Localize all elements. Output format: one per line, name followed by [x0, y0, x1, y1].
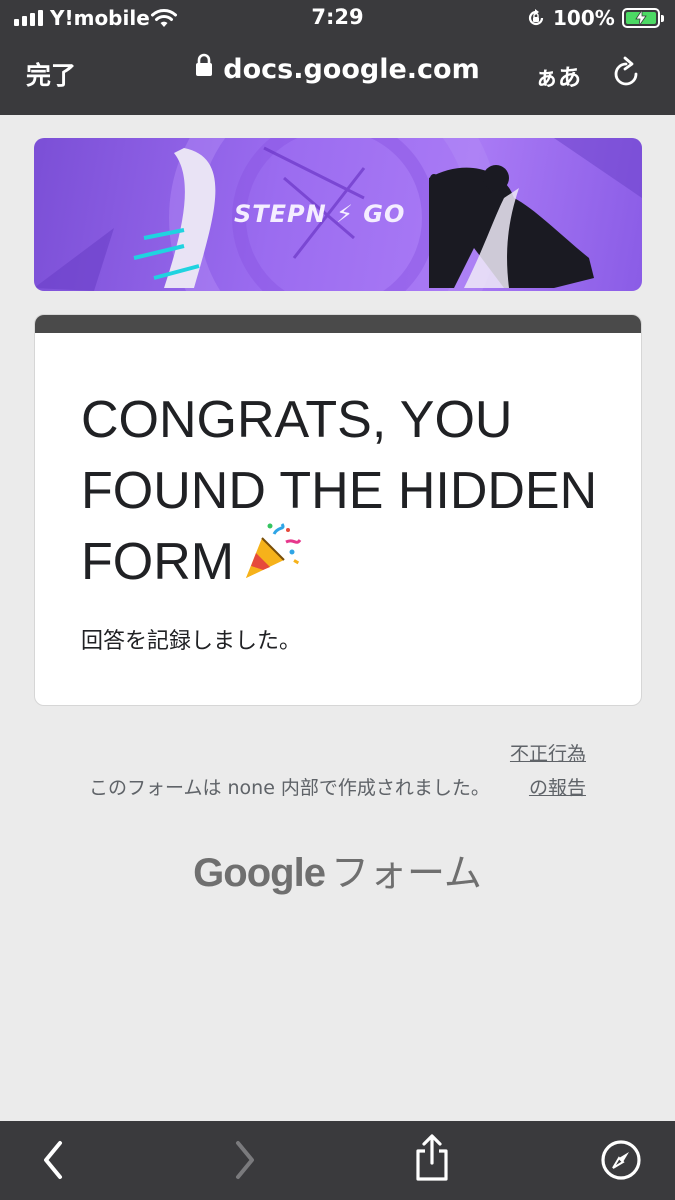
form-footer: このフォームは none 内部で作成されました。 不正行為の報告: [0, 737, 675, 805]
battery-percentage: 100%: [553, 6, 615, 30]
share-icon[interactable]: [412, 1133, 452, 1187]
confirmation-card: CONGRATS, YOU FOUND THE HIDDEN FORM 回答を記…: [34, 314, 642, 706]
confirmation-message: 回答を記録しました。: [81, 629, 302, 654]
chevron-left-icon[interactable]: [38, 1137, 68, 1187]
browser-bottom-toolbar: [0, 1121, 675, 1200]
google-forms-logo: Google フォーム: [0, 842, 675, 897]
forms-wordmark: フォーム: [330, 851, 482, 895]
party-popper-icon: [240, 520, 302, 601]
status-bar: Y!mobile 7:29 100%: [0, 0, 675, 38]
form-header-banner: STEPN ⚡ GO: [34, 138, 642, 291]
chevron-right-icon[interactable]: [230, 1137, 260, 1187]
battery-charging-icon: [622, 8, 664, 28]
browser-nav-row: 完了 docs.google.com ぁあ: [0, 48, 675, 96]
url-text: docs.google.com: [223, 54, 480, 85]
compass-icon[interactable]: [600, 1139, 642, 1185]
card-accent-bar: [35, 315, 641, 333]
lock-icon: [195, 53, 213, 84]
report-abuse-link[interactable]: 不正行為の報告: [496, 737, 586, 805]
google-wordmark: Google: [193, 851, 326, 895]
form-title: CONGRATS, YOU FOUND THE HIDDEN FORM: [81, 385, 601, 601]
footer-note: このフォームは none 内部で作成されました。: [89, 777, 490, 799]
stepn-go-logo: STEPN ⚡ GO: [234, 200, 406, 228]
text-size-button[interactable]: ぁあ: [535, 58, 581, 92]
form-title-text: CONGRATS, YOU FOUND THE HIDDEN FORM: [81, 391, 598, 591]
browser-top-bar: Y!mobile 7:29 100% 完了 docs.google.com ぁあ: [0, 0, 675, 115]
orientation-lock-icon: [526, 8, 546, 32]
reload-icon[interactable]: [612, 56, 642, 92]
